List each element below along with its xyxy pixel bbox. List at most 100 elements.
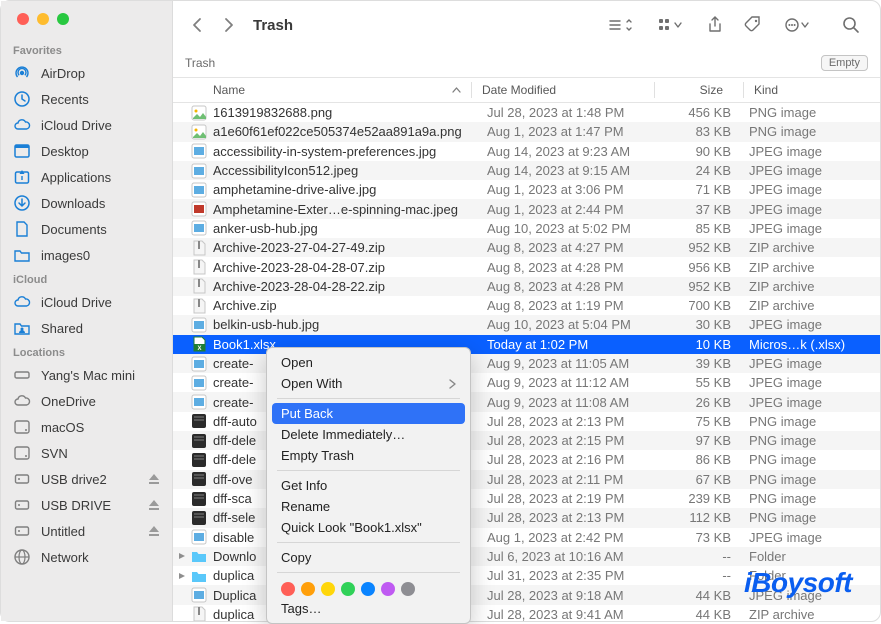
tag-color-swatch[interactable]	[361, 582, 375, 596]
close-window-button[interactable]	[17, 13, 29, 25]
column-date[interactable]: Date Modified	[474, 83, 652, 97]
tag-color-swatch[interactable]	[301, 582, 315, 596]
tag-color-swatch[interactable]	[281, 582, 295, 596]
menu-empty-trash[interactable]: Empty Trash	[267, 445, 470, 466]
menu-put-back[interactable]: Put Back	[272, 403, 465, 424]
sidebar-item-icloud-drive[interactable]: iCloud Drive	[1, 112, 172, 138]
sidebar-item-svn[interactable]: SVN	[1, 440, 172, 466]
menu-copy[interactable]: Copy	[267, 547, 470, 568]
table-row[interactable]: Amphetamine-Exter…e-spinning-mac.jpegAug…	[173, 199, 880, 218]
column-name[interactable]: Name	[173, 83, 469, 97]
table-row[interactable]: Archive-2023-28-04-28-22.zipAug 8, 2023 …	[173, 277, 880, 296]
tag-color-swatch[interactable]	[321, 582, 335, 596]
sidebar-item-usb-drive2[interactable]: USB drive2	[1, 466, 172, 492]
sidebar-item-icloud-drive[interactable]: iCloud Drive	[1, 289, 172, 315]
file-size: 112 KB	[665, 510, 749, 525]
sidebar-item-label: AirDrop	[41, 66, 85, 81]
sidebar-item-documents[interactable]: Documents	[1, 216, 172, 242]
back-button[interactable]	[187, 14, 209, 36]
sidebar-item-applications[interactable]: Applications	[1, 164, 172, 190]
eject-icon[interactable]	[148, 525, 160, 537]
file-name: duplica	[213, 568, 254, 583]
column-kind[interactable]: Kind	[746, 83, 880, 97]
file-date: Aug 10, 2023 at 5:02 PM	[487, 221, 665, 236]
table-row[interactable]: Archive-2023-28-04-28-07.zipAug 8, 2023 …	[173, 257, 880, 276]
group-button[interactable]	[650, 12, 692, 38]
sidebar-item-usb-drive[interactable]: USB DRIVE	[1, 492, 172, 518]
sidebar-item-shared[interactable]: Shared	[1, 315, 172, 341]
sidebar-item-network[interactable]: Network	[1, 544, 172, 570]
file-date: Aug 1, 2023 at 3:06 PM	[487, 182, 665, 197]
file-date: Aug 9, 2023 at 11:12 AM	[487, 375, 665, 390]
file-kind: JPEG image	[749, 588, 880, 603]
disclosure-triangle-icon[interactable]	[173, 552, 191, 560]
tags-button[interactable]	[738, 12, 768, 38]
file-type-icon	[191, 182, 207, 198]
menu-get-info[interactable]: Get Info	[267, 475, 470, 496]
file-type-icon	[191, 433, 207, 449]
table-row[interactable]: Archive-2023-27-04-27-49.zipAug 8, 2023 …	[173, 238, 880, 257]
menu-rename[interactable]: Rename	[267, 496, 470, 517]
file-kind: Folder	[749, 549, 880, 564]
menu-delete-immediately[interactable]: Delete Immediately…	[267, 424, 470, 445]
eject-icon[interactable]	[148, 499, 160, 511]
empty-trash-button[interactable]: Empty	[821, 55, 868, 71]
sidebar-item-onedrive[interactable]: OneDrive	[1, 388, 172, 414]
view-list-button[interactable]	[600, 12, 642, 38]
tag-color-swatch[interactable]	[401, 582, 415, 596]
file-size: 97 KB	[665, 433, 749, 448]
file-type-icon	[191, 220, 207, 236]
table-row[interactable]: AccessibilityIcon512.jpegAug 14, 2023 at…	[173, 161, 880, 180]
sidebar-item-images0[interactable]: images0	[1, 242, 172, 268]
file-date: Aug 8, 2023 at 1:19 PM	[487, 298, 665, 313]
file-size: 39 KB	[665, 356, 749, 371]
table-row[interactable]: 1613919832688.pngJul 28, 2023 at 1:48 PM…	[173, 103, 880, 122]
sidebar-section-label: iCloud	[1, 268, 172, 289]
eject-icon[interactable]	[148, 473, 160, 485]
sidebar-item-airdrop[interactable]: AirDrop	[1, 60, 172, 86]
table-row[interactable]: accessibility-in-system-preferences.jpgA…	[173, 142, 880, 161]
search-button[interactable]	[836, 12, 866, 38]
zoom-window-button[interactable]	[57, 13, 69, 25]
file-date: Jul 28, 2023 at 9:41 AM	[487, 607, 665, 621]
tag-color-swatch[interactable]	[381, 582, 395, 596]
sidebar-item-label: USB drive2	[41, 472, 107, 487]
file-kind: JPEG image	[749, 144, 880, 159]
path-bar: Trash Empty	[173, 49, 880, 77]
menu-open-with[interactable]: Open With	[267, 373, 470, 394]
file-name: Archive-2023-28-04-28-22.zip	[213, 279, 385, 294]
clock-icon	[13, 90, 31, 108]
column-size[interactable]: Size	[657, 83, 741, 97]
actions-button[interactable]	[776, 12, 818, 38]
table-row[interactable]: amphetamine-drive-alive.jpgAug 1, 2023 a…	[173, 180, 880, 199]
sidebar-item-macos[interactable]: macOS	[1, 414, 172, 440]
menu-quick-look[interactable]: Quick Look "Book1.xlsx"	[267, 517, 470, 538]
menu-tags[interactable]: Tags…	[267, 598, 470, 619]
forward-button[interactable]	[217, 14, 239, 36]
file-size: 71 KB	[665, 182, 749, 197]
table-row[interactable]: a1e60f61ef022ce505374e52aa891a9a.pngAug …	[173, 122, 880, 141]
table-row[interactable]: Archive.zipAug 8, 2023 at 1:19 PM700 KBZ…	[173, 296, 880, 315]
sidebar-item-yang-s-mac-mini[interactable]: Yang's Mac mini	[1, 362, 172, 388]
menu-open[interactable]: Open	[267, 352, 470, 373]
file-kind: ZIP archive	[749, 240, 880, 255]
minimize-window-button[interactable]	[37, 13, 49, 25]
file-kind: PNG image	[749, 124, 880, 139]
disclosure-triangle-icon[interactable]	[173, 572, 191, 580]
breadcrumb-item[interactable]: Trash	[185, 56, 215, 70]
sidebar-item-recents[interactable]: Recents	[1, 86, 172, 112]
table-row[interactable]: belkin-usb-hub.jpgAug 10, 2023 at 5:04 P…	[173, 315, 880, 334]
sidebar-item-label: iCloud Drive	[41, 295, 112, 310]
sidebar-item-downloads[interactable]: Downloads	[1, 190, 172, 216]
sidebar-item-untitled[interactable]: Untitled	[1, 518, 172, 544]
file-type-icon	[191, 124, 207, 140]
tag-color-swatch[interactable]	[341, 582, 355, 596]
table-row[interactable]: anker-usb-hub.jpgAug 10, 2023 at 5:02 PM…	[173, 219, 880, 238]
svg-text:X: X	[197, 346, 201, 352]
file-type-icon	[191, 548, 207, 564]
file-name: Amphetamine-Exter…e-spinning-mac.jpeg	[213, 202, 458, 217]
sidebar-item-desktop[interactable]: Desktop	[1, 138, 172, 164]
sidebar-item-label: Network	[41, 550, 89, 565]
file-name: AccessibilityIcon512.jpeg	[213, 163, 358, 178]
share-button[interactable]	[700, 12, 730, 38]
